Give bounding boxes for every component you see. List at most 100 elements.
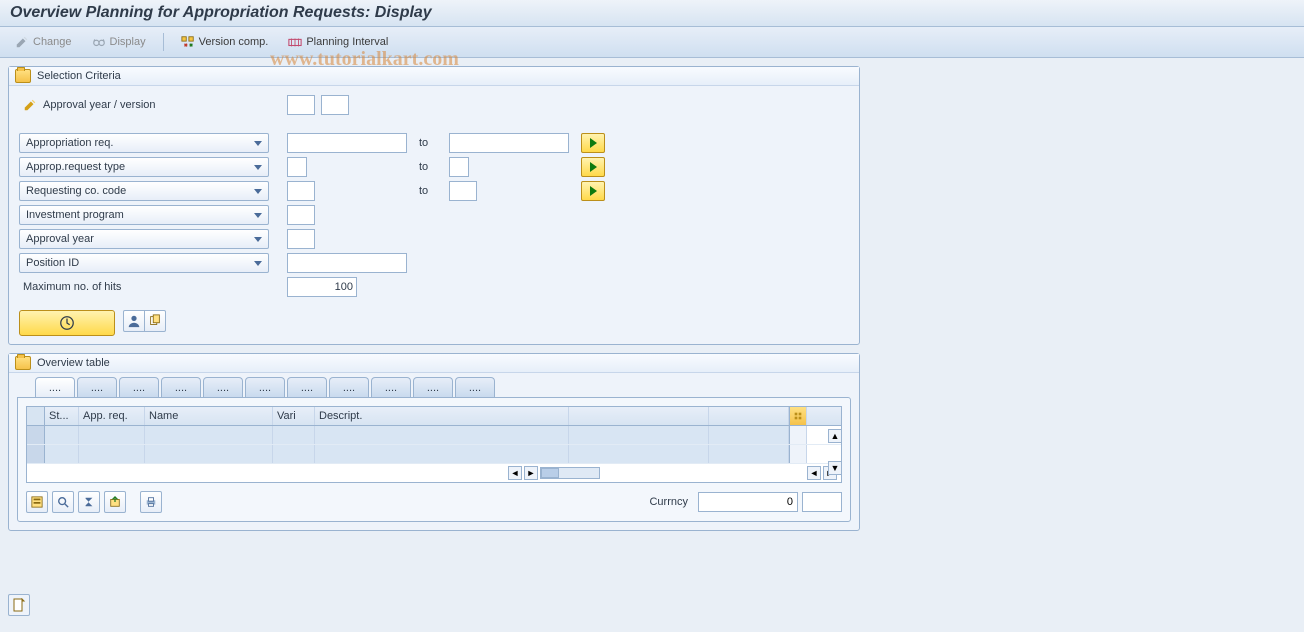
display-button[interactable]: Display [83,31,155,53]
approval-year-from-input[interactable] [287,95,315,115]
inv_program-from-input[interactable] [287,205,315,225]
hscroll-left-2[interactable]: ◄ [807,466,821,480]
overview-tab-7[interactable]: .... [329,377,369,397]
grid-cell[interactable] [273,445,315,463]
arrow-right-icon [590,162,597,172]
toolbar-separator [163,33,164,51]
approp_req_type-from-input[interactable] [287,157,307,177]
table-row[interactable] [27,445,841,464]
approp_req-multiple-button[interactable] [581,133,605,153]
vscroll-up[interactable]: ▲ [828,429,842,443]
overview-tab-3[interactable]: .... [161,377,201,397]
approval_year-from-input[interactable] [287,229,315,249]
row-selector[interactable] [27,445,45,463]
version-comp-button[interactable]: Version comp. [172,31,278,53]
col-blank2[interactable] [709,407,789,425]
hscroll-thumb[interactable] [541,468,559,478]
max-hits-input[interactable] [287,277,357,297]
table-row[interactable] [27,426,841,445]
req_co_code-to-input[interactable] [449,181,477,201]
grid-sum-button[interactable] [78,491,100,513]
req_co_code-multiple-button[interactable] [581,181,605,201]
col-blank1[interactable] [569,407,709,425]
overview-tab-2[interactable]: .... [119,377,159,397]
hscroll-track[interactable] [540,467,600,479]
display-label: Display [110,36,146,48]
overview-tab-1[interactable]: .... [77,377,117,397]
grid-hscroll: ◄ ► ◄ ► [27,464,841,482]
grid-find-button[interactable] [52,491,74,513]
hscroll-left[interactable]: ◄ [508,466,522,480]
currency-label: Currncy [649,496,688,508]
chevron-down-icon [254,141,262,146]
overview-tab-10[interactable]: .... [455,377,495,397]
approval-year-version-label: Approval year / version [19,98,269,112]
sel-label-approp_req_type[interactable]: Approp.request type [19,157,269,177]
grid-cell[interactable] [315,426,569,444]
change-button[interactable]: Change [6,31,81,53]
grid-select-all[interactable] [27,407,45,425]
currency-value: 0 [698,492,798,512]
sel-label-position_id[interactable]: Position ID [19,253,269,273]
execute-button[interactable] [19,310,115,336]
grid-cell[interactable] [709,445,789,463]
req_co_code-from-input[interactable] [287,181,315,201]
chevron-down-icon [254,213,262,218]
col-app-req[interactable]: App. req. [79,407,145,425]
grid-config-button[interactable] [789,407,807,425]
grid-cell[interactable] [273,426,315,444]
overview-tab-9[interactable]: .... [413,377,453,397]
planning-interval-button[interactable]: Planning Interval [279,31,397,53]
grid-details-button[interactable] [26,491,48,513]
variant-copy-button[interactable] [144,310,166,332]
overview-tab-6[interactable]: .... [287,377,327,397]
position_id-from-input[interactable] [287,253,407,273]
approp_req_type-to-input[interactable] [449,157,469,177]
grid-cell[interactable] [79,445,145,463]
grid-cell[interactable] [79,426,145,444]
vscroll-down[interactable]: ▼ [828,461,842,475]
currency-unit [802,492,842,512]
chevron-down-icon [254,189,262,194]
export-icon [109,496,121,508]
folder-icon [15,356,31,370]
grid-cell[interactable] [145,445,273,463]
overview-tab-0[interactable]: .... [35,377,75,397]
sel-label-approval_year[interactable]: Approval year [19,229,269,249]
approp_req-to-input[interactable] [449,133,569,153]
col-descript[interactable]: Descript. [315,407,569,425]
grid-cell[interactable] [315,445,569,463]
grid-export-button[interactable] [104,491,126,513]
approp_req_type-multiple-button[interactable] [581,157,605,177]
sel-label-text: Approp.request type [26,161,125,173]
grid-cell[interactable] [145,426,273,444]
grid-print-button[interactable] [140,491,162,513]
grid-cell[interactable] [569,445,709,463]
arrow-right-icon [590,138,597,148]
overview-tab-4[interactable]: .... [203,377,243,397]
details-icon [31,496,43,508]
sel-label-approp_req[interactable]: Appropriation req. [19,133,269,153]
page-object-button[interactable] [8,594,30,616]
col-status[interactable]: St... [45,407,79,425]
grid-cell[interactable] [45,426,79,444]
approval-year-to-input[interactable] [321,95,349,115]
hscroll-right[interactable]: ► [524,466,538,480]
grid-cell[interactable] [709,426,789,444]
user-variant-button[interactable] [123,310,145,332]
selection-criteria-header[interactable]: Selection Criteria [9,67,859,86]
overview-tab-8[interactable]: .... [371,377,411,397]
grid-cell[interactable] [45,445,79,463]
row-selector[interactable] [27,426,45,444]
col-name[interactable]: Name [145,407,273,425]
sel-label-text: Requesting co. code [26,185,126,197]
sel-label-req_co_code[interactable]: Requesting co. code [19,181,269,201]
col-vari[interactable]: Vari [273,407,315,425]
grid-cell[interactable] [569,426,709,444]
copy-icon [148,314,162,328]
sel-label-inv_program[interactable]: Investment program [19,205,269,225]
overview-tab-5[interactable]: .... [245,377,285,397]
overview-table-header[interactable]: Overview table [9,354,859,373]
sel-label-text: Approval year [26,233,94,245]
approp_req-from-input[interactable] [287,133,407,153]
